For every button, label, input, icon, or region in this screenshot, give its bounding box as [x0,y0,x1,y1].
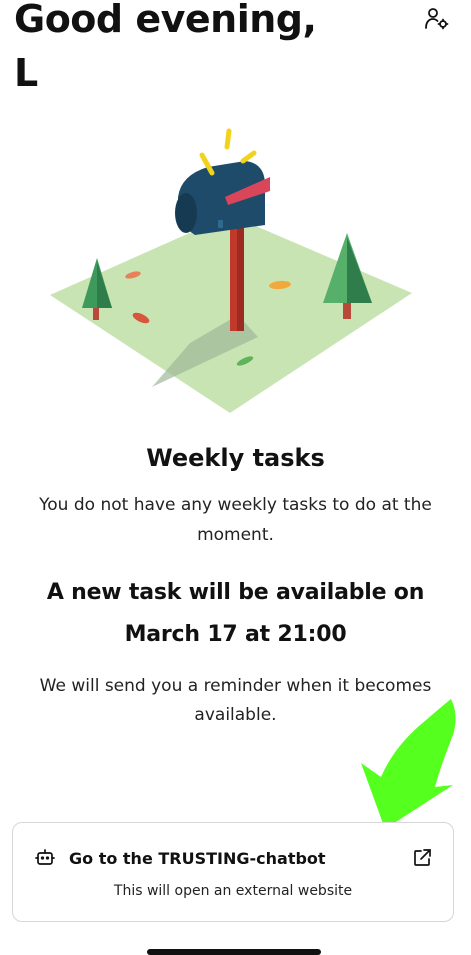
home-indicator [147,949,321,955]
profile-settings-button[interactable] [422,4,452,34]
mailbox-illustration [50,128,412,413]
user-name: L [14,51,38,95]
sparkle [224,128,232,150]
sparkle [240,150,257,164]
next-task-availability: A new task will be available on March 17… [46,580,425,647]
chatbot-link-title: Go to the TRUSTING-chatbot [69,848,326,868]
chatbot-link-card[interactable]: Go to the TRUSTING-chatbot This will ope… [12,822,454,922]
weekly-tasks-description: You do not have any weekly tasks to do a… [39,495,432,545]
greeting-text: Good evening, [14,0,317,41]
user-settings-icon [425,8,449,30]
robot-icon [35,847,57,869]
green-arrow-annotation [361,699,456,829]
weekly-tasks-title: Weekly tasks [146,444,325,472]
greeting-heading: Good evening, L [14,0,317,100]
chatbot-link-subtitle: This will open an external website [113,883,353,899]
external-link-icon [411,847,433,869]
